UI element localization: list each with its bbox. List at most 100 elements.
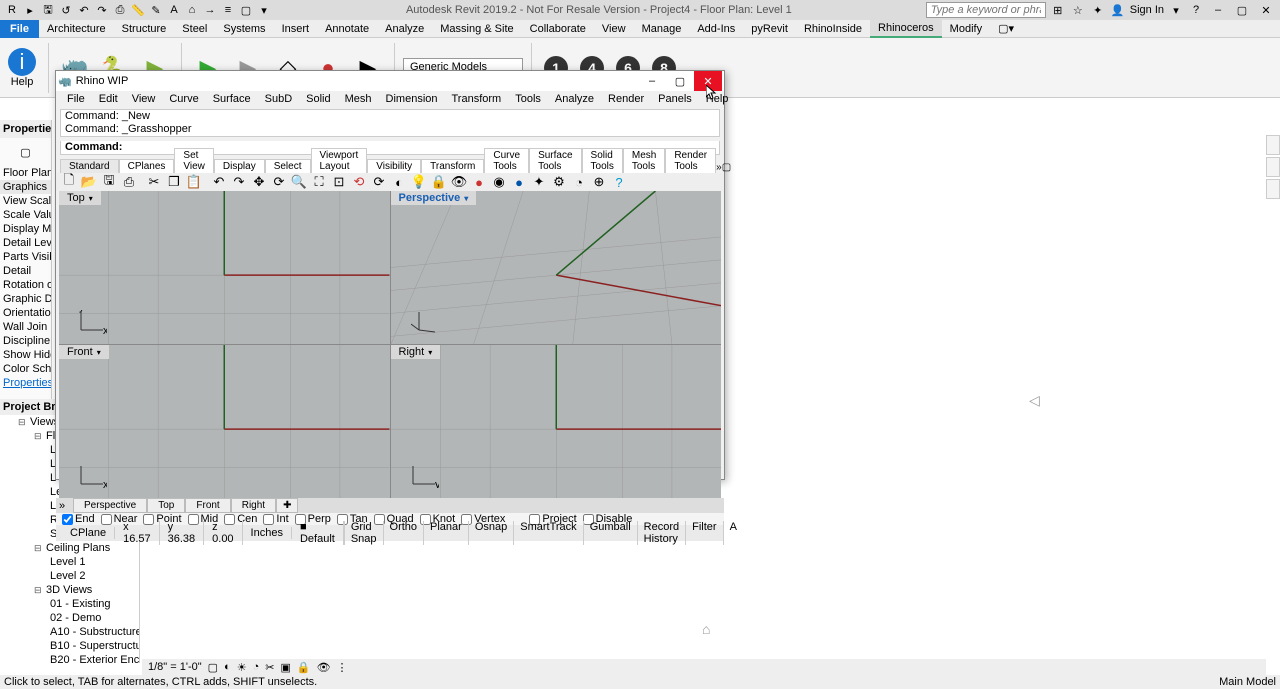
properties-help-link[interactable]: Properties hel bbox=[0, 376, 51, 390]
help-button[interactable]: i Help bbox=[4, 46, 40, 90]
tool-tab-overflow-icon[interactable]: »▢ bbox=[716, 162, 731, 173]
close-button[interactable] bbox=[1256, 2, 1276, 18]
menu-transform[interactable]: Transform bbox=[445, 91, 509, 107]
menu-edit[interactable]: Edit bbox=[92, 91, 125, 107]
save-icon[interactable]: 🖫 bbox=[40, 2, 56, 18]
close-views-icon[interactable]: ▢ bbox=[238, 2, 254, 18]
prop-row[interactable]: Detail bbox=[0, 264, 51, 278]
print-icon[interactable]: ⎙ bbox=[120, 173, 138, 191]
menu-solid[interactable]: Solid bbox=[299, 91, 337, 107]
setview-icon[interactable]: ◐ bbox=[390, 173, 408, 191]
switch-icon[interactable]: ▾ bbox=[256, 2, 272, 18]
user-icon[interactable]: 👤 bbox=[1110, 2, 1126, 18]
open-icon[interactable]: ▸ bbox=[22, 2, 38, 18]
type-selector-icon[interactable]: ▢ bbox=[0, 138, 51, 166]
prop-row[interactable]: Discipline bbox=[0, 334, 51, 348]
show-icon[interactable]: 👁 bbox=[450, 173, 468, 191]
temp-hide-icon[interactable]: 👁 bbox=[317, 661, 331, 674]
detail-level-icon[interactable]: ▢ bbox=[208, 661, 218, 674]
prop-row[interactable]: Parts Visibili bbox=[0, 250, 51, 264]
communicate-icon[interactable]: ☆ bbox=[1070, 2, 1086, 18]
tab-collaborate[interactable]: Collaborate bbox=[522, 21, 594, 37]
tab-pyrevit[interactable]: pyRevit bbox=[743, 21, 796, 37]
move-icon[interactable]: ✥ bbox=[250, 173, 268, 191]
toggle-a[interactable]: A bbox=[723, 521, 743, 545]
tool-tab-meshtools[interactable]: Mesh Tools bbox=[623, 148, 665, 173]
tab-manage[interactable]: Manage bbox=[634, 21, 690, 37]
command-history[interactable]: Command: _New Command: _Grasshopper bbox=[60, 109, 720, 137]
render-icon[interactable]: ● bbox=[510, 173, 528, 191]
menu-curve[interactable]: Curve bbox=[162, 91, 205, 107]
tab-overflow-icon[interactable]: ▢▾ bbox=[990, 20, 1022, 37]
tool-tab-setview[interactable]: Set View bbox=[174, 148, 214, 173]
prop-row[interactable]: Display Mode bbox=[0, 222, 51, 236]
hide-icon[interactable]: 🔒 bbox=[430, 173, 448, 191]
viewport-right-label[interactable]: Right bbox=[391, 345, 441, 359]
search-icon[interactable]: ⊞ bbox=[1050, 2, 1066, 18]
toggle-filter[interactable]: Filter bbox=[685, 521, 722, 545]
tab-structure[interactable]: Structure bbox=[114, 21, 175, 37]
tab-massing[interactable]: Massing & Site bbox=[432, 21, 521, 37]
tree-leaf[interactable]: B10 - Superstructure bbox=[0, 639, 139, 653]
nav-pan-icon[interactable] bbox=[1266, 179, 1280, 199]
scale-dropdown[interactable]: 1/8" = 1'-0" bbox=[148, 661, 202, 673]
tool-tab-surfacetools[interactable]: Surface Tools bbox=[529, 148, 581, 173]
tab-rhinoceros[interactable]: Rhinoceros bbox=[870, 20, 942, 38]
signin-link[interactable]: Sign In bbox=[1130, 4, 1164, 16]
tab-view[interactable]: View bbox=[594, 21, 634, 37]
crop-view-icon[interactable]: ✂ bbox=[265, 661, 274, 674]
tool-tab-vplayout[interactable]: Viewport Layout bbox=[311, 148, 368, 173]
file-tab[interactable]: File bbox=[0, 20, 39, 38]
measure-icon[interactable]: 📏 bbox=[130, 2, 146, 18]
viewport-front[interactable]: Front zx bbox=[59, 345, 390, 498]
viewport-perspective-label[interactable]: Perspective bbox=[391, 191, 477, 205]
menu-panels[interactable]: Panels bbox=[651, 91, 699, 107]
section-icon[interactable]: → bbox=[202, 2, 218, 18]
viewport-top[interactable]: Top yx bbox=[59, 191, 390, 344]
properties-icon[interactable]: ◔ bbox=[570, 173, 588, 191]
zoom-icon[interactable]: 🔍 bbox=[290, 173, 308, 191]
status-units[interactable]: Inches bbox=[243, 527, 292, 539]
toggle-gumball[interactable]: Gumball bbox=[583, 521, 637, 545]
crop-region-icon[interactable]: ▣ bbox=[280, 661, 290, 674]
status-cplane[interactable]: CPlane bbox=[62, 527, 115, 539]
osnap-int[interactable]: Int bbox=[263, 513, 288, 525]
tree-leaf[interactable]: 02 - Demo bbox=[0, 611, 139, 625]
tree-leaf[interactable]: A10 - Substructure bbox=[0, 625, 139, 639]
tool-tab-cplanes[interactable]: CPlanes bbox=[119, 159, 175, 173]
menu-subd[interactable]: SubD bbox=[258, 91, 300, 107]
toggle-gridsnap[interactable]: Grid Snap bbox=[344, 521, 383, 545]
search-input[interactable] bbox=[926, 2, 1046, 18]
align-icon[interactable]: ✎ bbox=[148, 2, 164, 18]
prop-row[interactable]: Show Hidden bbox=[0, 348, 51, 362]
menu-help[interactable]: Help bbox=[699, 91, 736, 107]
material-icon[interactable]: ◉ bbox=[490, 173, 508, 191]
viewport-front-label[interactable]: Front bbox=[59, 345, 109, 359]
help-icon[interactable]: ? bbox=[1188, 2, 1204, 18]
print-icon[interactable]: ⎙ bbox=[112, 2, 128, 18]
toggle-ortho[interactable]: Ortho bbox=[383, 521, 424, 545]
menu-view[interactable]: View bbox=[125, 91, 163, 107]
tab-analyze[interactable]: Analyze bbox=[377, 21, 432, 37]
viewport-perspective[interactable]: Perspective bbox=[391, 191, 722, 344]
nav-wheel-icon[interactable] bbox=[1266, 135, 1280, 155]
visual-style-icon[interactable]: ◐ bbox=[224, 661, 231, 673]
redo-view-icon[interactable]: ⟳ bbox=[370, 173, 388, 191]
shadows-icon[interactable]: ◔ bbox=[253, 661, 260, 673]
rhino-minimize-button[interactable]: – bbox=[638, 71, 666, 91]
save-icon[interactable]: 🖫 bbox=[100, 173, 118, 191]
light-icon[interactable]: 💡 bbox=[410, 173, 428, 191]
view-tab-perspective[interactable]: Perspective bbox=[73, 498, 147, 513]
nav-zoom-icon[interactable] bbox=[1266, 157, 1280, 177]
tool-tab-rendertools[interactable]: Render Tools bbox=[665, 148, 716, 173]
lock-icon[interactable]: 🔒 bbox=[297, 661, 311, 674]
sun-path-icon[interactable]: ☀ bbox=[237, 661, 247, 674]
cut-icon[interactable]: ✂ bbox=[145, 173, 163, 191]
menu-file[interactable]: File bbox=[60, 91, 92, 107]
prop-row[interactable]: Rotation on/ bbox=[0, 278, 51, 292]
copy-icon[interactable]: ❐ bbox=[165, 173, 183, 191]
prop-row[interactable]: Detail Level bbox=[0, 236, 51, 250]
tree-leaf[interactable]: Level 1 bbox=[0, 555, 139, 569]
tab-steel[interactable]: Steel bbox=[174, 21, 215, 37]
tab-insert[interactable]: Insert bbox=[274, 21, 318, 37]
